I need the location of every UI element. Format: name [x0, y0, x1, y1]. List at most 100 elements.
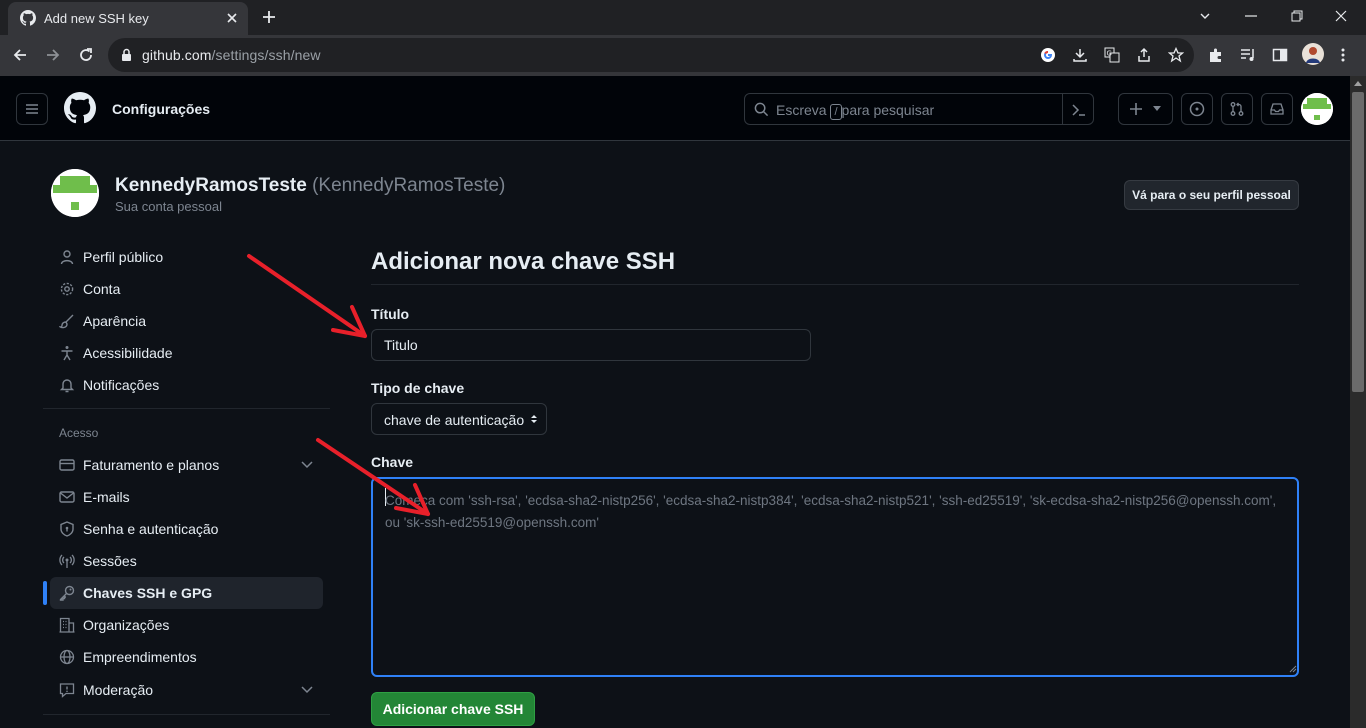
paintbrush-icon [59, 313, 75, 329]
google-icon[interactable] [1040, 47, 1056, 63]
key-icon [59, 585, 75, 601]
extensions-puzzle-icon[interactable] [1208, 47, 1224, 63]
sidebar-item-label: Senha e autenticação [83, 521, 219, 537]
mail-icon [59, 489, 75, 505]
restore-window-icon[interactable] [1291, 10, 1303, 22]
sidebar-item-billing[interactable]: Faturamento e planos [50, 449, 323, 481]
page-scrollbar-thumb[interactable] [1352, 92, 1364, 392]
minimize-icon[interactable] [1245, 15, 1257, 17]
sidebar-divider [43, 408, 330, 409]
sidebar-item-enterprises[interactable]: Empreendimentos [50, 641, 323, 673]
browser-toolbar: github.com/settings/ssh/new G [0, 35, 1366, 76]
add-ssh-key-button[interactable]: Adicionar chave SSH [371, 692, 535, 726]
hamburger-menu-button[interactable] [16, 93, 48, 125]
sidebar-item-label: Chaves SSH e GPG [83, 585, 213, 601]
globe-icon [59, 649, 75, 665]
sidebar-item-label: Conta [83, 281, 121, 297]
triangle-down-icon [1152, 106, 1162, 112]
sidebar-section-label: Acesso [59, 426, 99, 440]
sidebar-item-label: Moderação [83, 682, 154, 698]
sidebar-item-label: Faturamento e planos [83, 457, 220, 473]
sidebar-item-accessibility[interactable]: Acessibilidade [50, 337, 323, 369]
github-logo-icon[interactable] [64, 92, 96, 124]
key-textarea[interactable]: Começa com 'ssh-rsa', 'ecdsa-sha2-nistp2… [371, 477, 1299, 677]
title-field[interactable] [371, 329, 811, 361]
sidebar-item-label: Sessões [83, 553, 137, 569]
close-window-icon[interactable] [1335, 10, 1347, 22]
browser-menu-icon[interactable] [1335, 47, 1351, 63]
sidebar-item-password-auth[interactable]: Senha e autenticação [50, 513, 323, 545]
sidebar-item-sessions[interactable]: Sessões [50, 545, 323, 577]
pull-requests-button[interactable] [1221, 93, 1253, 125]
issue-opened-icon [1189, 101, 1205, 117]
back-arrow-icon[interactable] [12, 47, 28, 63]
accessibility-icon [59, 345, 75, 361]
issues-button[interactable] [1181, 93, 1213, 125]
sidebar-item-label: E-mails [83, 489, 130, 505]
media-control-icon[interactable] [1240, 47, 1256, 63]
search-icon [754, 102, 769, 117]
tab-search-chevron-icon[interactable] [1199, 10, 1211, 22]
profile-avatar[interactable] [51, 169, 99, 217]
shield-lock-icon [59, 521, 75, 537]
broadcast-icon [59, 553, 75, 569]
sidebar-item-label: Organizações [83, 617, 170, 633]
page-title: Adicionar nova chave SSH [371, 248, 676, 275]
search-input[interactable]: Escreva / para pesquisar [744, 93, 1094, 125]
url-text: github.com/settings/ssh/new [142, 47, 321, 63]
create-new-button[interactable] [1118, 93, 1173, 125]
chevron-down-icon [301, 461, 313, 469]
address-bar[interactable]: github.com/settings/ssh/new G [108, 38, 1194, 72]
sidebar-item-emails[interactable]: E-mails [50, 481, 323, 513]
forward-arrow-icon[interactable] [45, 47, 61, 63]
key-field-label: Chave [371, 454, 414, 470]
sidebar-item-moderation[interactable]: Moderação [50, 674, 323, 706]
select-arrows-icon [530, 413, 538, 425]
github-header: Configurações Escreva / para pesquisar [0, 76, 1350, 141]
close-tab-icon[interactable] [226, 12, 238, 24]
bell-icon [59, 377, 75, 393]
install-app-icon[interactable] [1072, 47, 1088, 63]
organization-icon [59, 617, 75, 633]
browser-tab[interactable]: Add new SSH key [8, 2, 248, 35]
side-panel-icon[interactable] [1272, 47, 1288, 63]
resize-handle-icon[interactable] [1287, 663, 1297, 673]
lock-icon[interactable] [121, 48, 132, 62]
key-type-selected-value: chave de autenticação [384, 412, 525, 428]
key-type-select[interactable]: chave de autenticação [371, 403, 547, 435]
sidebar-item-notifications[interactable]: Notificações [50, 369, 323, 401]
sidebar-item-appearance[interactable]: Aparência [50, 305, 323, 337]
scroll-up-arrow-icon[interactable] [1354, 80, 1362, 86]
page-context-title[interactable]: Configurações [112, 101, 210, 117]
search-divider [1062, 94, 1063, 124]
profile-name[interactable]: KennedyRamosTeste (KennedyRamosTeste) [115, 175, 505, 197]
sidebar-item-label: Acessibilidade [83, 345, 173, 361]
sidebar-item-organizations[interactable]: Organizações [50, 609, 323, 641]
sidebar-item-label: Empreendimentos [83, 649, 197, 665]
github-favicon-icon [20, 10, 36, 26]
reload-icon[interactable] [78, 47, 94, 63]
title-field-label: Título [371, 306, 410, 322]
bookmark-star-icon[interactable] [1168, 47, 1184, 63]
tab-title: Add new SSH key [44, 11, 149, 26]
browser-tab-bar: Add new SSH key [0, 0, 1366, 35]
go-to-profile-button[interactable]: Vá para o seu perfil pessoal [1124, 180, 1299, 210]
sidebar-item-public-profile[interactable]: Perfil público [50, 241, 323, 273]
browser-profile-avatar[interactable] [1302, 43, 1324, 65]
share-icon[interactable] [1136, 47, 1152, 63]
sidebar-divider [43, 714, 330, 715]
hamburger-icon [24, 101, 40, 117]
git-pull-request-icon [1229, 101, 1245, 117]
key-type-label: Tipo de chave [371, 380, 465, 396]
sidebar-item-ssh-gpg-keys[interactable]: Chaves SSH e GPG [50, 577, 323, 609]
user-avatar[interactable] [1301, 93, 1333, 125]
sidebar-item-account[interactable]: Conta [50, 273, 323, 305]
translate-icon[interactable]: G [1104, 47, 1120, 63]
chevron-down-icon [301, 686, 313, 694]
credit-card-icon [59, 457, 75, 473]
new-tab-icon[interactable] [262, 10, 276, 24]
profile-subtitle: Sua conta pessoal [115, 199, 222, 214]
inbox-button[interactable] [1261, 93, 1293, 125]
sidebar-item-label: Notificações [83, 377, 160, 393]
command-palette-icon[interactable] [1071, 102, 1087, 118]
